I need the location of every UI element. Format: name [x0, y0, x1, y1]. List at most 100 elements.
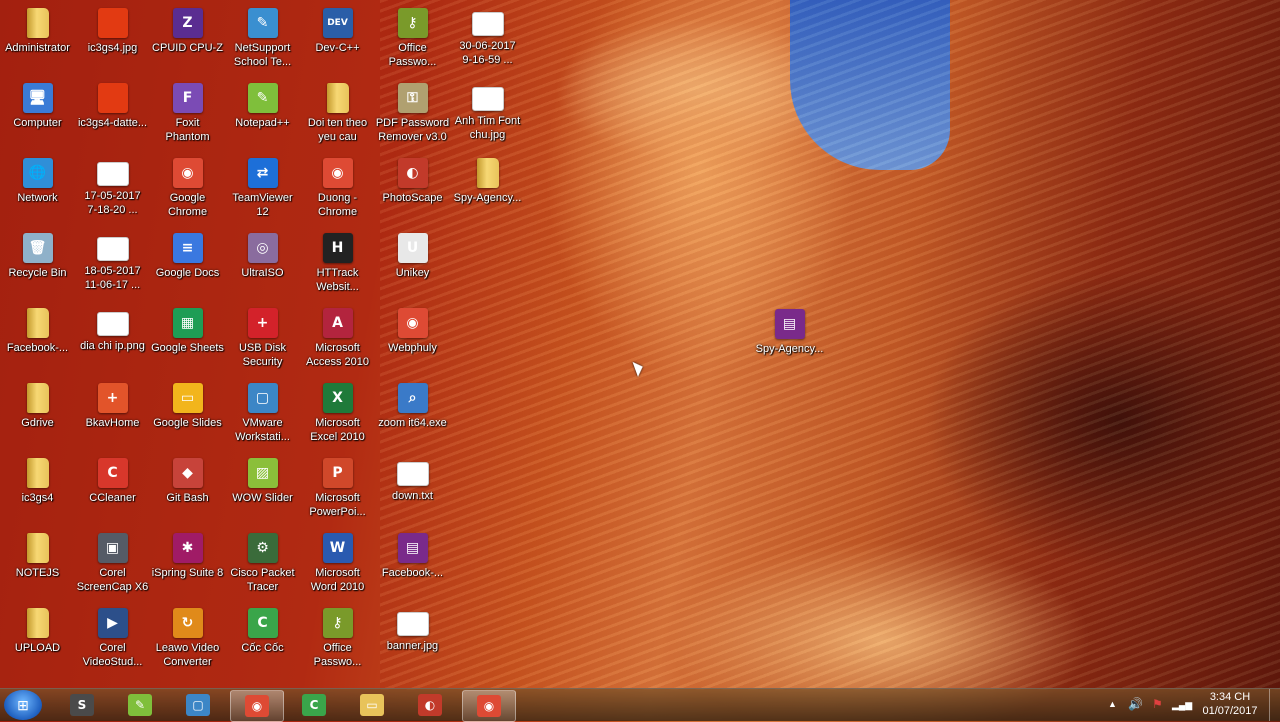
desktop-shortcut[interactable]: UPLOAD — [0, 602, 75, 674]
volume-icon[interactable]: 🔊 — [1128, 697, 1143, 711]
desktop-shortcut[interactable]: ⚿ PDF Password Remover v3.0 — [375, 77, 450, 149]
desktop-shortcut-label: Spy-Agency... — [755, 343, 824, 355]
desktop-shortcut[interactable]: Spy-Agency... — [450, 152, 525, 224]
desktop-shortcut[interactable]: X Microsoft Excel 2010 — [300, 377, 375, 449]
taskbar-button-photoscape[interactable]: ◐ — [404, 690, 456, 720]
desktop-shortcut[interactable]: 17-05-2017 7-18-20 ... — [75, 152, 150, 224]
network-icon: 🌐 — [22, 158, 53, 188]
desktop-shortcut-label: down.txt — [392, 490, 433, 502]
desktop-shortcut-label: Leawo Video Converter — [155, 642, 220, 668]
desktop-shortcut[interactable]: dia chi ip.png — [75, 302, 150, 374]
desktop-shortcut[interactable]: down.txt — [375, 452, 450, 524]
desktop-shortcut[interactable]: 🌐 Network — [0, 152, 75, 224]
desktop-shortcut[interactable]: Facebook-... — [0, 302, 75, 374]
desktop-shortcut[interactable]: ◆ Git Bash — [150, 452, 225, 524]
desktop-shortcut[interactable]: Gdrive — [0, 377, 75, 449]
desktop-shortcut[interactable]: ✎ NetSupport School Te... — [225, 2, 300, 74]
desktop-shortcut[interactable]: ic3gs4-datte... — [75, 77, 150, 149]
desktop-shortcut[interactable]: ◉ Duong - Chrome — [300, 152, 375, 224]
desktop-shortcut-label: Cốc Cốc — [241, 642, 284, 654]
start-button[interactable]: ⊞ — [4, 690, 42, 720]
folder-icon — [26, 308, 49, 338]
desktop-shortcut[interactable]: ic3gs4.jpg — [75, 2, 150, 74]
desktop-shortcut[interactable]: U Unikey — [375, 227, 450, 299]
desktop-shortcut[interactable]: ▦ Google Sheets — [150, 302, 225, 374]
desktop-shortcut[interactable]: A Microsoft Access 2010 — [300, 302, 375, 374]
desktop-shortcut[interactable]: ◐ PhotoScape — [375, 152, 450, 224]
desktop-shortcut[interactable]: W Microsoft Word 2010 — [300, 527, 375, 599]
desktop-shortcut[interactable]: C CCleaner — [75, 452, 150, 524]
bkav-shield-icon: + — [97, 383, 128, 413]
desktop-shortcut[interactable]: 🖥 Computer — [0, 77, 75, 149]
desktop-shortcut[interactable]: ▭ Google Slides — [150, 377, 225, 449]
desktop-shortcut[interactable]: banner.jpg — [375, 602, 450, 674]
desktop-shortcut[interactable]: C Cốc Cốc — [225, 602, 300, 674]
image-file-icon — [97, 83, 128, 113]
desktop-shortcut[interactable]: 18-05-2017 11-06-17 ... — [75, 227, 150, 299]
desktop-shortcut[interactable]: 🗑 Recycle Bin — [0, 227, 75, 299]
desktop-shortcut[interactable]: ▣ Corel ScreenCap X6 — [75, 527, 150, 599]
desktop-shortcut-label: Gdrive — [21, 417, 54, 429]
desktop-shortcut-label: Computer — [13, 117, 62, 129]
desktop-shortcut[interactable]: Anh Tim Font chu.jpg — [450, 77, 525, 149]
network-signal-icon[interactable]: ▂▄▆ — [1172, 700, 1192, 711]
desktop-shortcut[interactable]: ✱ iSpring Suite 8 — [150, 527, 225, 599]
desktop-shortcut-label: iSpring Suite 8 — [151, 567, 224, 579]
image-file-icon — [396, 612, 429, 636]
desktop-shortcut-label: Foxit Phantom — [165, 117, 210, 143]
desktop-shortcut-label: PDF Password Remover v3.0 — [375, 117, 450, 143]
desktop-shortcut[interactable]: ◉ Webphuly — [375, 302, 450, 374]
desktop-shortcut[interactable]: Doi ten theo yeu cau — [300, 77, 375, 149]
taskbar-button-chrome[interactable]: ◉ — [230, 690, 284, 722]
taskbar-button-coccoc[interactable]: C — [288, 690, 340, 720]
desktop-shortcut[interactable]: ▶ Corel VideoStud... — [75, 602, 150, 674]
taskbar-button-vmware[interactable]: ▢ — [172, 690, 224, 720]
desktop-shortcut[interactable]: 30-06-2017 9-16-59 ... — [450, 2, 525, 74]
folder-icon — [26, 383, 49, 413]
desktop-shortcut[interactable]: ▤ Spy-Agency... — [752, 303, 827, 375]
desktop-shortcut[interactable]: ◎ UltraISO — [225, 227, 300, 299]
desktop-shortcut[interactable]: ▨ WOW Slider — [225, 452, 300, 524]
desktop-shortcut[interactable]: + USB Disk Security — [225, 302, 300, 374]
desktop-shortcut[interactable]: P Microsoft PowerPoi... — [300, 452, 375, 524]
image-file-icon — [471, 87, 504, 111]
text-file-icon — [396, 462, 429, 486]
ultraiso-icon: ◎ — [247, 233, 278, 263]
desktop-shortcut-label: Dev-C++ — [315, 42, 360, 54]
desktop-shortcut-label: HTTrack Websit... — [316, 267, 359, 293]
desktop-shortcut-label: TeamViewer 12 — [232, 192, 293, 218]
desktop-shortcut[interactable]: NOTEJS — [0, 527, 75, 599]
desktop-shortcut[interactable]: ≡ Google Docs — [150, 227, 225, 299]
desktop-shortcut-label: Cisco Packet Tracer — [230, 567, 295, 593]
desktop-shortcut[interactable]: Administrator — [0, 2, 75, 74]
desktop-shortcut[interactable]: ic3gs4 — [0, 452, 75, 524]
computer-icon: 🖥 — [22, 83, 53, 113]
taskbar-button-explorer[interactable]: ▭ — [346, 690, 398, 720]
desktop-shortcut[interactable]: ◉ Google Chrome — [150, 152, 225, 224]
desktop-shortcut[interactable]: ▤ Facebook-... — [375, 527, 450, 599]
desktop-shortcut-label: dia chi ip.png — [80, 340, 145, 352]
desktop-shortcut[interactable]: ↻ Leawo Video Converter — [150, 602, 225, 674]
taskbar-button-chrome2[interactable]: ◉ — [462, 690, 516, 722]
unikey-icon: U — [397, 233, 428, 263]
desktop-shortcut-label: Doi ten theo yeu cau — [307, 117, 368, 143]
show-hidden-icons-icon[interactable]: ▲ — [1108, 699, 1117, 709]
desktop-shortcut[interactable]: ▢ VMware Workstati... — [225, 377, 300, 449]
desktop-shortcut[interactable]: F Foxit Phantom — [150, 77, 225, 149]
desktop-shortcut[interactable]: H HTTrack Websit... — [300, 227, 375, 299]
taskbar-button-notepad[interactable]: ✎ — [114, 690, 166, 720]
desktop-shortcut[interactable]: + BkavHome — [75, 377, 150, 449]
show-desktop-button[interactable] — [1269, 689, 1280, 721]
action-center-flag-icon[interactable]: ⚑ — [1152, 697, 1163, 711]
taskbar-button-sublime[interactable]: S — [56, 690, 108, 720]
desktop-shortcut-label: banner.jpg — [386, 640, 439, 652]
desktop-shortcut[interactable]: ⚙ Cisco Packet Tracer — [225, 527, 300, 599]
desktop-shortcut[interactable]: ✎ Notepad++ — [225, 77, 300, 149]
desktop-shortcut[interactable]: ⚷ Office Passwo... — [375, 2, 450, 74]
desktop-shortcut[interactable]: ⌕ zoom it64.exe — [375, 377, 450, 449]
desktop-shortcut[interactable]: Z CPUID CPU-Z — [150, 2, 225, 74]
taskbar-clock[interactable]: 3:34 CH 01/07/2017 — [1200, 690, 1260, 718]
desktop-shortcut[interactable]: DEV Dev-C++ — [300, 2, 375, 74]
desktop-shortcut[interactable]: ⇄ TeamViewer 12 — [225, 152, 300, 224]
desktop-shortcut[interactable]: ⚷ Office Passwo... — [300, 602, 375, 674]
